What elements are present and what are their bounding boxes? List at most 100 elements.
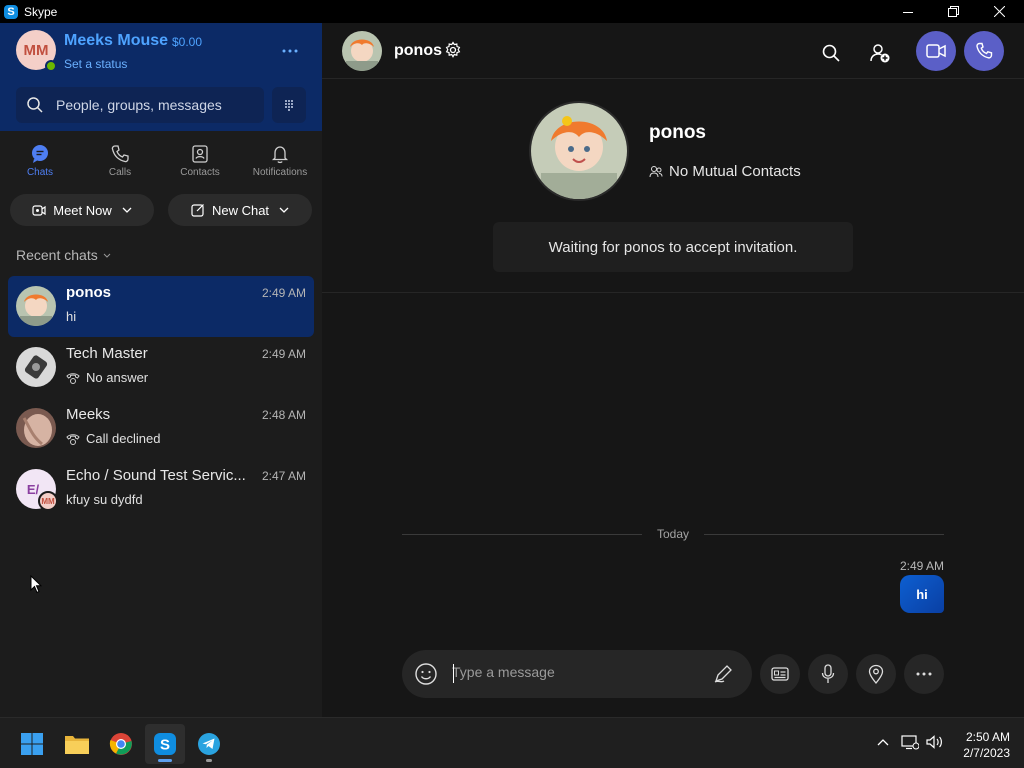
chat-preview-text: No answer bbox=[86, 370, 149, 385]
taskbar-telegram[interactable] bbox=[189, 724, 229, 764]
chat-list: ponos 2:49 AM hi Tech Master 2:49 AM No … bbox=[0, 276, 322, 520]
add-person-icon bbox=[870, 44, 890, 63]
skype-credit[interactable]: $0.00 bbox=[172, 35, 202, 49]
taskbar-chrome[interactable] bbox=[101, 724, 141, 764]
more-options-button[interactable] bbox=[276, 37, 304, 65]
emoji-button[interactable] bbox=[414, 662, 438, 691]
contacts-icon bbox=[649, 165, 663, 177]
avatar: E/ MM bbox=[16, 469, 58, 511]
minimize-button[interactable] bbox=[885, 0, 931, 23]
share-location-button[interactable] bbox=[856, 654, 896, 694]
minimize-icon bbox=[903, 11, 913, 13]
conversation-settings-button[interactable] bbox=[444, 41, 462, 64]
clock-time: 2:50 AM bbox=[965, 730, 1010, 744]
presence-dot-icon bbox=[45, 60, 57, 72]
contact-avatar-icon bbox=[342, 31, 382, 71]
skype-icon: S bbox=[154, 733, 176, 755]
tab-chats[interactable]: Chats bbox=[0, 139, 80, 187]
message-composer bbox=[402, 650, 752, 698]
video-call-button[interactable] bbox=[916, 31, 956, 71]
svg-text:S: S bbox=[160, 737, 170, 754]
dialpad-icon bbox=[285, 100, 293, 111]
nav-tabs: Chats Calls Contacts Notifications bbox=[0, 139, 322, 187]
bell-icon bbox=[271, 146, 289, 164]
tab-label: Notifications bbox=[252, 167, 308, 178]
taskbar-clock[interactable]: 2:50 AM 2/7/2023 bbox=[963, 729, 1010, 761]
tab-label: Chats bbox=[26, 167, 54, 178]
tab-label: Contacts bbox=[180, 167, 220, 178]
set-status-link[interactable]: Set a status bbox=[64, 57, 127, 71]
chat-item-echo-sound-test[interactable]: E/ MM Echo / Sound Test Servic... 2:47 A… bbox=[8, 459, 314, 520]
search-icon bbox=[27, 97, 43, 113]
conversation-title[interactable]: ponos bbox=[394, 42, 442, 60]
message-input[interactable] bbox=[452, 664, 692, 680]
chat-time: 2:49 AM bbox=[261, 347, 306, 361]
chevron-down-icon bbox=[122, 207, 132, 213]
more-composer-options-button[interactable] bbox=[904, 654, 944, 694]
voice-message-button[interactable] bbox=[808, 654, 848, 694]
mouse-cursor-icon bbox=[30, 574, 43, 599]
recent-chats-toggle[interactable]: Recent chats bbox=[16, 247, 111, 263]
meet-now-icon bbox=[32, 205, 46, 216]
contact-profile-avatar[interactable] bbox=[529, 101, 629, 201]
search-box[interactable] bbox=[16, 87, 264, 123]
chevron-down-icon bbox=[103, 253, 111, 258]
text-format-button[interactable] bbox=[712, 663, 734, 690]
avatar[interactable] bbox=[342, 31, 382, 71]
tab-notifications[interactable]: Notifications bbox=[240, 139, 320, 187]
chevron-down-icon bbox=[279, 207, 289, 213]
chat-name: Echo / Sound Test Servic... bbox=[66, 467, 246, 484]
location-pin-icon bbox=[868, 664, 884, 684]
add-participant-button[interactable] bbox=[862, 35, 898, 71]
avatar bbox=[16, 408, 56, 448]
chat-time: 2:48 AM bbox=[261, 408, 306, 422]
contact-avatar-icon bbox=[16, 286, 56, 326]
profile-name[interactable]: Meeks Mouse bbox=[64, 32, 168, 50]
audio-call-button[interactable] bbox=[964, 31, 1004, 71]
phone-icon bbox=[111, 145, 129, 163]
new-chat-label: New Chat bbox=[211, 202, 270, 218]
chrome-icon bbox=[109, 733, 132, 755]
message-bubble-outgoing[interactable]: hi bbox=[900, 575, 944, 613]
windows-logo-icon bbox=[21, 733, 43, 755]
chat-item-meeks[interactable]: Meeks 2:48 AM Call declined bbox=[8, 398, 314, 459]
declined-call-icon bbox=[66, 433, 80, 445]
conversation-pane: ponos ponos No Mutual Contacts Waiting f… bbox=[322, 23, 1024, 717]
dialpad-button[interactable] bbox=[272, 87, 306, 123]
tab-contacts[interactable]: Contacts bbox=[160, 139, 240, 187]
conversation-header: ponos bbox=[322, 23, 1024, 79]
show-hidden-icons-button[interactable] bbox=[873, 732, 893, 752]
chat-time: 2:47 AM bbox=[261, 469, 306, 483]
chat-preview: hi bbox=[66, 309, 76, 324]
chat-time: 2:49 AM bbox=[261, 286, 306, 300]
chat-item-tech-master[interactable]: Tech Master 2:49 AM No answer bbox=[8, 337, 314, 398]
avatar bbox=[16, 286, 56, 326]
mutual-contacts: No Mutual Contacts bbox=[649, 163, 801, 180]
tab-calls[interactable]: Calls bbox=[80, 139, 160, 187]
divider bbox=[322, 292, 1024, 293]
pen-icon bbox=[714, 665, 732, 683]
chat-icon bbox=[32, 145, 48, 163]
taskbar-skype[interactable]: S bbox=[145, 724, 185, 764]
mutual-contacts-text: No Mutual Contacts bbox=[669, 163, 801, 180]
contact-card-button[interactable] bbox=[760, 654, 800, 694]
meet-now-button[interactable]: Meet Now bbox=[10, 194, 154, 226]
search-conversation-button[interactable] bbox=[813, 35, 849, 71]
close-button[interactable] bbox=[976, 0, 1022, 23]
start-button[interactable] bbox=[12, 724, 52, 764]
restore-button[interactable] bbox=[930, 0, 976, 23]
new-chat-button[interactable]: New Chat bbox=[168, 194, 312, 226]
taskbar-file-explorer[interactable] bbox=[57, 724, 97, 764]
volume-button[interactable] bbox=[925, 732, 945, 752]
video-camera-icon bbox=[926, 44, 946, 58]
message-time: 2:49 AM bbox=[899, 559, 944, 573]
contact-profile-name: ponos bbox=[649, 122, 706, 143]
search-input[interactable] bbox=[56, 97, 256, 113]
network-status-button[interactable] bbox=[900, 732, 920, 752]
chat-preview-text: kfuy su dydfd bbox=[66, 492, 143, 507]
chat-preview-text: hi bbox=[66, 309, 77, 324]
chat-item-ponos[interactable]: ponos 2:49 AM hi bbox=[8, 276, 314, 337]
chat-preview: kfuy su dydfd bbox=[66, 492, 143, 507]
chat-name: Tech Master bbox=[66, 345, 148, 362]
day-divider-label: Today bbox=[642, 527, 704, 541]
